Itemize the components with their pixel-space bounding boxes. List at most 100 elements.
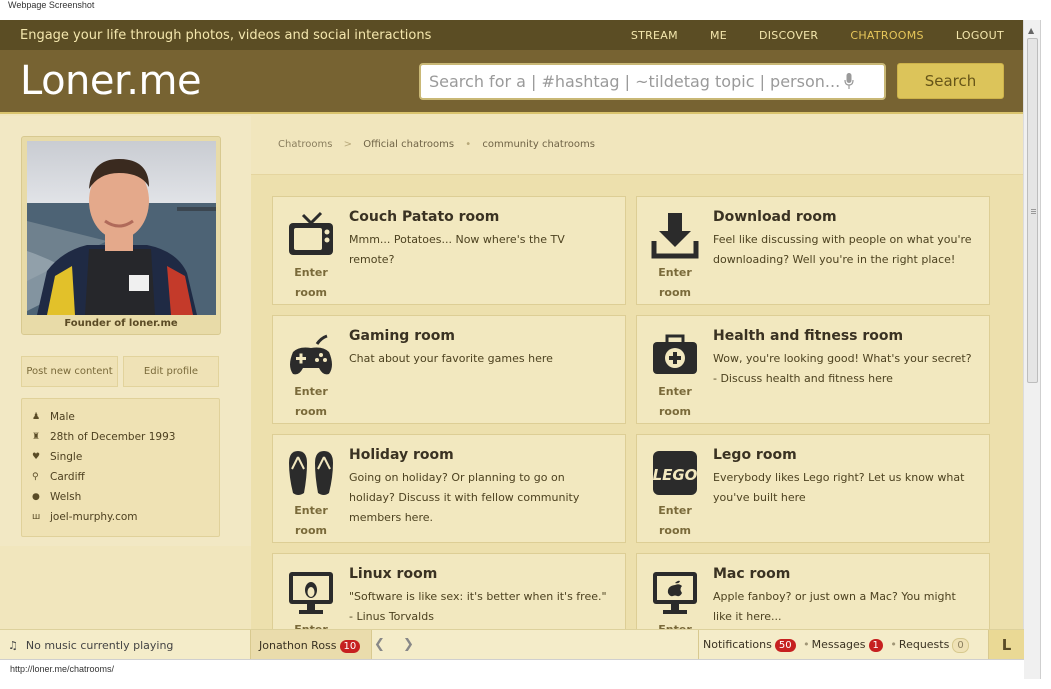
detail-relationship: ♥ Single <box>32 447 219 467</box>
detail-gender: ♟ Male <box>32 407 219 427</box>
person-icon: ♟ <box>32 412 41 422</box>
lego-logo-text: LEGO <box>653 466 698 484</box>
requests-badge: 0 <box>952 638 969 653</box>
nav-logout[interactable]: LOGOUT <box>956 29 1004 42</box>
chat-user-name: Jonathon Ross <box>259 639 337 652</box>
notifications-badge: 50 <box>774 639 796 652</box>
avatar-caption: Founder of loner.me <box>64 318 178 329</box>
separator-dot: • <box>890 638 897 651</box>
tagline: Engage your life through photos, videos … <box>20 28 432 43</box>
globe-icon: ● <box>32 492 40 502</box>
top-bar: Engage your life through photos, videos … <box>0 20 1024 50</box>
chevron-right-icon[interactable]: ❯ <box>403 637 414 652</box>
room-card-download[interactable]: Enter room Download room Feel like discu… <box>636 196 990 305</box>
profile-photo[interactable] <box>27 141 216 315</box>
footer-bar: ♫ No music currently playing Jonathon Ros… <box>0 629 1024 660</box>
detail-text[interactable]: joel-murphy.com <box>50 511 138 523</box>
link-icon: ш <box>32 512 41 522</box>
room-card-gaming[interactable]: Enter room Gaming room Chat about your f… <box>272 315 626 424</box>
detail-text: Male <box>50 411 75 423</box>
vertical-scrollbar[interactable]: ▲ <box>1023 20 1040 679</box>
music-note-icon: ♫ <box>8 639 18 652</box>
enter-room-link[interactable]: Enter room <box>281 501 341 541</box>
room-title[interactable]: Download room <box>713 209 837 225</box>
scrollbar-thumb[interactable] <box>1027 38 1038 383</box>
nav-discover[interactable]: DISCOVER <box>759 29 818 42</box>
nav-chatrooms[interactable]: CHATROOMS <box>850 29 923 42</box>
room-description: Everybody likes Lego right? Let us know … <box>713 471 965 504</box>
linux-icon <box>289 572 333 614</box>
detail-website[interactable]: ш joel-murphy.com <box>32 507 219 527</box>
enter-room-link[interactable]: Enter room <box>645 263 705 303</box>
room-card-lego[interactable]: LEGO Enter room Lego room Everybody like… <box>636 434 990 543</box>
chat-tab-jonathon-ross[interactable]: Jonathon Ross 10 <box>250 630 372 660</box>
heart-icon: ♥ <box>32 452 41 462</box>
breadcrumb-community[interactable]: community chatrooms <box>482 139 595 150</box>
scrollbar-grip <box>1031 209 1036 210</box>
room-title[interactable]: Lego room <box>713 447 797 463</box>
microphone-icon[interactable] <box>844 73 854 90</box>
chatrooms-grid: Enter room Couch Patato room Mmm... Pota… <box>251 174 1023 679</box>
post-new-content-button[interactable]: Post new content <box>21 356 118 387</box>
nav-me[interactable]: ME <box>710 29 727 42</box>
room-card-holiday[interactable]: Enter room Holiday room Going on holiday… <box>272 434 626 543</box>
breadcrumb-separator: > <box>343 139 353 150</box>
detail-text: Cardiff <box>50 471 85 483</box>
loner-menu-button[interactable]: L <box>988 630 1024 660</box>
room-description: Mmm... Potatoes... Now where's the TV re… <box>349 233 565 266</box>
pin-icon: ⚲ <box>32 472 39 482</box>
profile-details: ♟ Male ♜ 28th of December 1993 ♥ Single ⚲ Ca… <box>21 398 220 537</box>
gamepad-icon <box>290 334 332 375</box>
requests-link[interactable]: Requests <box>899 638 949 651</box>
room-description: Wow, you're looking good! What's your se… <box>713 352 972 385</box>
room-title[interactable]: Health and fitness room <box>713 328 903 344</box>
detail-text: 28th of December 1993 <box>50 431 176 443</box>
enter-room-link[interactable]: Enter room <box>281 263 341 303</box>
cake-icon: ♜ <box>32 432 41 442</box>
search-input[interactable] <box>421 65 841 98</box>
scroll-up-arrow-icon[interactable]: ▲ <box>1028 26 1034 35</box>
room-title[interactable]: Holiday room <box>349 447 454 463</box>
room-description: Apple fanboy? or just own a Mac? You mig… <box>713 590 956 623</box>
breadcrumb-chatrooms[interactable]: Chatrooms <box>278 139 332 150</box>
detail-location: ⚲ Cardiff <box>32 467 219 487</box>
music-status: No music currently playing <box>25 639 174 652</box>
room-description: Feel like discussing with people on what… <box>713 233 972 266</box>
search-button[interactable]: Search <box>897 63 1004 99</box>
room-description: "Software is like sex: it's better when … <box>349 590 607 623</box>
search-box <box>419 63 886 100</box>
notifications-link[interactable]: Notifications <box>703 638 772 651</box>
separator-dot: • <box>803 638 810 651</box>
lego-icon: LEGO <box>653 451 698 495</box>
download-icon <box>651 213 699 259</box>
room-title[interactable]: Couch Patato room <box>349 209 499 225</box>
edit-profile-button[interactable]: Edit profile <box>123 356 219 387</box>
detail-text: Single <box>50 451 83 463</box>
tv-icon <box>289 211 333 255</box>
enter-room-link[interactable]: Enter room <box>645 382 705 422</box>
room-description: Chat about your favorite games here <box>349 352 553 365</box>
room-description: Going on holiday? Or planning to go on h… <box>349 471 580 524</box>
chat-unread-badge: 10 <box>339 640 361 653</box>
site-logo[interactable]: Loner.me <box>20 58 202 104</box>
room-title[interactable]: Gaming room <box>349 328 455 344</box>
detail-birthday: ♜ 28th of December 1993 <box>32 427 219 447</box>
room-title[interactable]: Linux room <box>349 566 437 582</box>
detail-text: Welsh <box>50 491 82 503</box>
chevron-left-icon[interactable]: ❮ <box>374 637 385 652</box>
room-card-couch-potato[interactable]: Enter room Couch Patato room Mmm... Pota… <box>272 196 626 305</box>
messages-link[interactable]: Messages <box>812 638 866 651</box>
enter-room-link[interactable]: Enter room <box>281 382 341 422</box>
room-card-health[interactable]: Enter room Health and fitness room Wow, … <box>636 315 990 424</box>
status-url: http://loner.me/chatrooms/ <box>10 664 115 674</box>
nav-stream[interactable]: STREAM <box>631 29 678 42</box>
music-player[interactable]: ♫ No music currently playing <box>8 639 173 652</box>
medkit-icon <box>653 334 697 374</box>
room-title[interactable]: Mac room <box>713 566 790 582</box>
breadcrumb-official[interactable]: Official chatrooms <box>363 139 454 150</box>
site-header: Loner.me Search <box>0 50 1024 114</box>
enter-room-link[interactable]: Enter room <box>645 501 705 541</box>
breadcrumb-dot: • <box>465 139 472 150</box>
notification-bar: Notifications 50 • Messages 1 • Requests 0 <box>698 630 988 660</box>
screenshot-caption: Webpage Screenshot <box>8 0 95 10</box>
